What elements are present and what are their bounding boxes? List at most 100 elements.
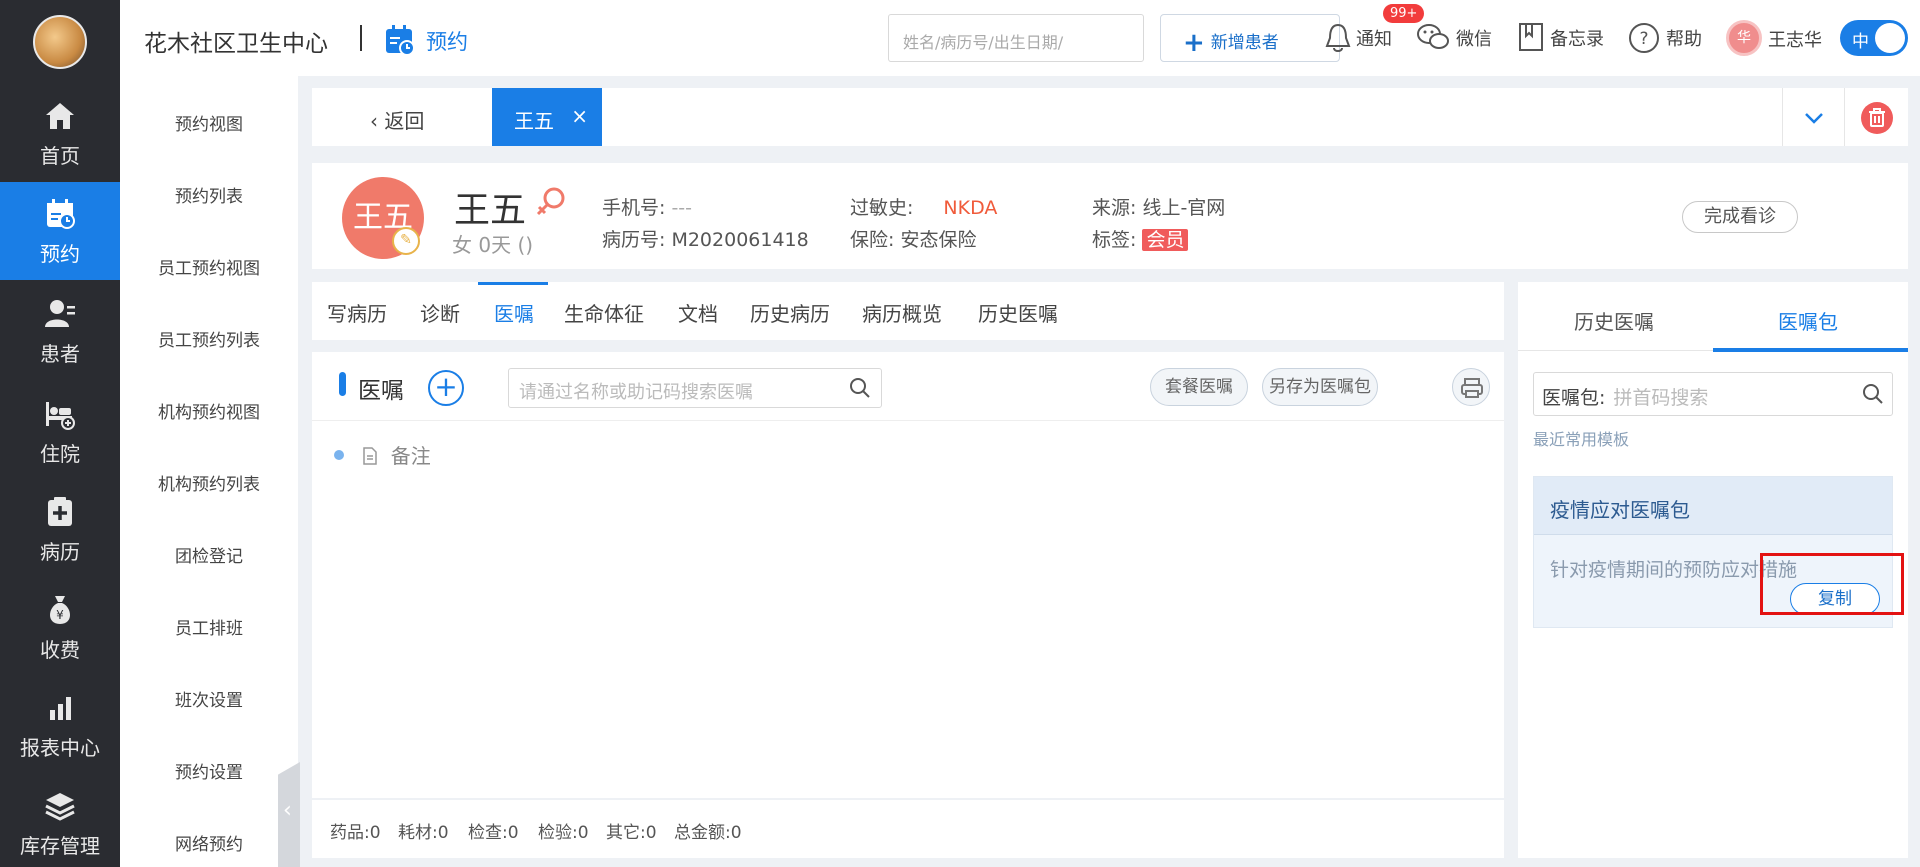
back-button[interactable]: ‹ 返回 xyxy=(370,105,424,134)
total-exams: 检查:0 xyxy=(468,823,519,843)
orders-panel: 医嘱 + 请通过名称或助记码搜索医嘱 套餐医嘱 另存为医嘱包 备注 xyxy=(312,352,1504,798)
divider xyxy=(312,420,1504,421)
help-icon[interactable]: ? xyxy=(1628,22,1660,54)
user-avatar[interactable]: 华 xyxy=(1726,20,1762,56)
subnav-item[interactable]: 员工排班 xyxy=(120,614,298,639)
bell-icon[interactable] xyxy=(1324,22,1352,54)
wechat-icon[interactable] xyxy=(1416,22,1450,52)
close-icon[interactable]: × xyxy=(571,104,588,128)
package-title: 疫情应对医嘱包 xyxy=(1534,477,1892,535)
source-info: 来源: 线上-官网 xyxy=(1092,197,1226,219)
layers-icon xyxy=(45,793,75,821)
sub-sidebar: 预约视图 预约列表 员工预约视图 员工预约列表 机构预约视图 机构预约列表 团检… xyxy=(120,76,298,867)
tab-diagnosis[interactable]: 诊断 xyxy=(420,298,460,327)
subnav-item[interactable]: 预约视图 xyxy=(120,110,298,135)
clinic-avatar[interactable] xyxy=(33,15,87,69)
subnav-item[interactable]: 预约设置 xyxy=(120,758,298,783)
trash-icon xyxy=(1869,108,1885,127)
finish-visit-button[interactable]: 完成看诊 xyxy=(1682,201,1798,233)
module-title[interactable]: 预约 xyxy=(426,26,468,56)
chevron-left-icon: ‹ xyxy=(370,109,385,133)
tab-patient[interactable]: 王五 × xyxy=(492,88,602,146)
active-tab-indicator xyxy=(478,282,548,285)
printer-icon xyxy=(1461,378,1483,398)
subnav-item[interactable]: 预约列表 xyxy=(120,182,298,207)
nav-appointment[interactable]: 预约 xyxy=(0,182,120,280)
recent-templates-label: 最近常用模板 xyxy=(1533,430,1630,449)
subnav-item[interactable]: 员工预约视图 xyxy=(120,254,298,279)
subnav-item[interactable]: 班次设置 xyxy=(120,686,298,711)
divider xyxy=(1782,88,1783,146)
phone-info: 手机号: --- xyxy=(602,197,693,219)
notify-link[interactable]: 通知 xyxy=(1356,25,1392,51)
tab-orders[interactable]: 医嘱 xyxy=(494,298,534,327)
subnav-item[interactable]: 员工预约列表 xyxy=(120,326,298,351)
subnav-item[interactable]: 团检登记 xyxy=(120,542,298,567)
nav-records[interactable]: 病历 xyxy=(0,480,120,578)
tab-write-record[interactable]: 写病历 xyxy=(327,298,387,327)
subnav-item[interactable]: 机构预约视图 xyxy=(120,398,298,423)
document-icon xyxy=(363,447,378,465)
patient-icon xyxy=(45,300,75,327)
tab-history-records[interactable]: 历史病历 xyxy=(750,298,830,327)
collapse-sidebar-handle[interactable]: ‹ xyxy=(278,762,300,867)
nav-patients[interactable]: 患者 xyxy=(0,282,120,380)
member-tag: 会员 xyxy=(1142,229,1189,251)
bar-chart-icon xyxy=(50,697,71,720)
allergy-info: 过敏史: NKDA xyxy=(850,197,998,219)
print-button[interactable] xyxy=(1452,368,1490,406)
subnav-item[interactable]: 网络预约 xyxy=(120,830,298,855)
main-sidebar: 首页 预约 患者 住院 病历 ¥ 收费 报表中心 库存管理 xyxy=(0,0,120,867)
tab-record-overview[interactable]: 病历概览 xyxy=(862,298,942,327)
total-others: 其它:0 xyxy=(606,823,657,843)
total-materials: 耗材:0 xyxy=(398,823,449,843)
add-order-button[interactable]: + xyxy=(428,370,464,406)
nav-billing[interactable]: ¥ 收费 xyxy=(0,578,120,676)
nav-inpatient[interactable]: 住院 xyxy=(0,382,120,480)
memo-icon[interactable] xyxy=(1518,22,1544,52)
money-bag-icon: ¥ xyxy=(50,596,70,624)
user-name[interactable]: 王志华 xyxy=(1768,26,1822,52)
notify-badge: 99+ xyxy=(1383,4,1425,23)
package-search-input[interactable]: 医嘱包: 拼首码搜索 xyxy=(1533,372,1893,416)
chevron-down-icon[interactable] xyxy=(1802,106,1826,130)
save-as-package-button[interactable]: 另存为医嘱包 xyxy=(1262,368,1378,406)
order-totals-bar: 药品:0 耗材:0 检查:0 检验:0 其它:0 总金额:0 xyxy=(312,800,1504,858)
search-icon[interactable] xyxy=(1862,383,1884,405)
new-patient-button[interactable]: + 新增患者 xyxy=(1160,14,1340,62)
nav-home[interactable]: 首页 xyxy=(0,84,120,182)
tab-history-orders[interactable]: 历史医嘱 xyxy=(978,298,1058,327)
tab-order-package[interactable]: 医嘱包 xyxy=(1778,306,1838,335)
active-tab-indicator xyxy=(1713,348,1908,352)
patient-name: 王五 xyxy=(454,190,527,231)
clinic-name: 花木社区卫生中心 xyxy=(144,31,328,57)
patient-search-input[interactable]: 姓名/病历号/出生日期/ xyxy=(888,14,1144,62)
calendar-icon xyxy=(386,25,415,56)
delete-button[interactable] xyxy=(1861,102,1893,134)
memo-link[interactable]: 备忘录 xyxy=(1550,25,1604,51)
patient-gender-age: 女 0天 () xyxy=(452,233,534,257)
tab-vitals[interactable]: 生命体征 xyxy=(564,298,644,327)
package-orders-button[interactable]: 套餐医嘱 xyxy=(1150,368,1248,406)
tab-history-orders[interactable]: 历史医嘱 xyxy=(1574,306,1654,335)
bullet-dot xyxy=(334,450,344,460)
female-icon xyxy=(536,187,565,216)
insurance-info: 保险: 安态保险 xyxy=(850,229,977,251)
medical-record-icon xyxy=(48,497,72,526)
total-drugs: 药品:0 xyxy=(330,823,381,843)
help-link[interactable]: 帮助 xyxy=(1666,25,1702,51)
total-tests: 检验:0 xyxy=(538,823,589,843)
nav-reports[interactable]: 报表中心 xyxy=(0,676,120,774)
highlight-box xyxy=(1760,553,1904,615)
tab-documents[interactable]: 文档 xyxy=(678,298,718,327)
note-item[interactable]: 备注 xyxy=(334,440,431,469)
divider xyxy=(1844,88,1845,146)
edit-icon[interactable]: ✎ xyxy=(392,227,420,255)
subnav-item[interactable]: 机构预约列表 xyxy=(120,470,298,495)
svg-text:?: ? xyxy=(1639,29,1648,49)
language-toggle[interactable]: 中 xyxy=(1840,20,1908,56)
order-search-input[interactable]: 请通过名称或助记码搜索医嘱 xyxy=(508,368,882,408)
nav-inventory[interactable]: 库存管理 xyxy=(0,774,120,867)
search-icon[interactable] xyxy=(849,377,871,399)
wechat-link[interactable]: 微信 xyxy=(1456,25,1492,51)
